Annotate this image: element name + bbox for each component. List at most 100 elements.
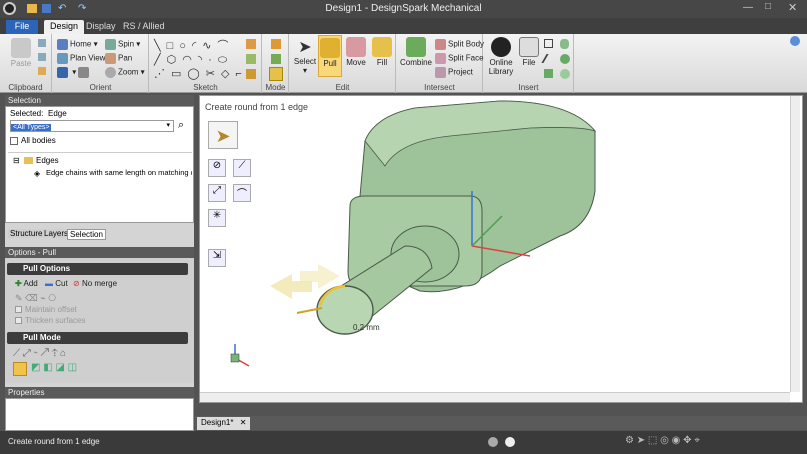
view-cube-button[interactable]: ▾ — [57, 67, 91, 78]
origin-icon[interactable] — [544, 69, 553, 78]
add-option[interactable]: ✚ Add — [15, 279, 38, 288]
no-merge-option[interactable]: ⊘ No merge — [73, 279, 117, 288]
maximize-button[interactable]: □ — [765, 1, 771, 12]
status-tools-icons[interactable]: ⚙ ➤ ⬚ ◎ ◉ ✥ ⌖ — [625, 435, 700, 446]
tree-expand-icon[interactable]: ⊟ — [13, 156, 20, 165]
pull-mode-tools-icon[interactable]: ⟋ ⤢ ⌁ ↗ ⇡ ⌂ — [13, 348, 66, 359]
tab-design[interactable]: Design — [44, 20, 85, 34]
pull-button[interactable]: Pull — [318, 35, 342, 77]
info-icon[interactable] — [505, 437, 515, 447]
spin-button[interactable]: Spin ▾ — [105, 39, 140, 50]
plan-view-button[interactable]: Plan View — [57, 53, 105, 64]
online-library-button[interactable]: Online Library — [486, 37, 516, 76]
sketch-mode-icon[interactable] — [246, 39, 256, 49]
viewport-hscrollbar[interactable] — [200, 392, 790, 402]
copy-icon[interactable] — [38, 53, 46, 61]
tangent-tool-icon[interactable]: ╱ — [154, 54, 167, 66]
search-icon[interactable]: ⌕ — [178, 119, 184, 132]
plane-icon[interactable] — [544, 39, 553, 48]
tab-display[interactable]: Display — [80, 20, 122, 34]
maintain-offset-checkbox[interactable] — [15, 306, 22, 313]
pan-button[interactable]: Pan — [105, 53, 132, 64]
line-tool-icon[interactable]: ╲ — [154, 40, 167, 52]
cylinder-icon[interactable] — [560, 39, 569, 49]
ellipse-tool-icon[interactable]: ⬭ — [218, 54, 233, 66]
edit-group: ➤ Select ▾ Pull Move Fill Edit — [290, 34, 396, 93]
ellipse2-tool-icon[interactable]: ◯ — [187, 68, 205, 80]
point-tool-icon[interactable]: · — [208, 54, 218, 66]
insert-group-label: Insert — [518, 83, 539, 92]
help-icon[interactable] — [790, 36, 800, 46]
fill-button[interactable]: Fill — [370, 37, 394, 67]
cut-icon[interactable] — [38, 39, 46, 47]
zoom-button[interactable]: Zoom ▾ — [105, 67, 145, 78]
sketch-mode-button[interactable] — [271, 39, 281, 49]
pan-icon — [105, 53, 116, 64]
home-button[interactable]: Home ▾ — [57, 39, 98, 50]
tab-layers[interactable]: Layers — [42, 229, 71, 238]
tab-rs-allied[interactable]: RS / Allied — [117, 20, 171, 34]
arc3-tool-icon[interactable]: ◠ — [182, 54, 198, 66]
tab-structure[interactable]: Structure — [8, 229, 45, 238]
dimension-label: 0.2 mm — [353, 323, 380, 332]
status-toggle-icon[interactable] — [488, 437, 498, 447]
model-canvas[interactable] — [200, 96, 802, 402]
constraint-mode-icon[interactable] — [246, 69, 256, 79]
option-tools-icon[interactable]: ✎ ⌫ ⌁ ⎔ — [15, 293, 56, 304]
pull-mode-header[interactable]: Pull Mode — [7, 332, 188, 344]
file-icon — [519, 37, 539, 57]
sketch-tools: ╲□○◜∿⌒ ╱⬡◠◝·⬭ ⋰▭◯✂◇⌐ — [154, 39, 258, 81]
pull-mode-active-icon[interactable] — [13, 362, 27, 376]
sphere-icon[interactable] — [560, 54, 570, 64]
paste-button[interactable]: Paste — [8, 38, 34, 68]
split-body-button[interactable]: Split Body — [435, 39, 484, 50]
type-filter-dropdown[interactable]: <All Types> ▾ — [10, 120, 174, 132]
doc-tab-design1[interactable]: Design1* ✕ — [197, 417, 251, 430]
section-mode-button[interactable] — [271, 54, 281, 64]
combine-label: Combine — [399, 58, 432, 67]
tree-root-edges[interactable]: Edges — [36, 156, 59, 165]
cut-option[interactable]: ▬ Cut — [45, 279, 68, 288]
format-icon[interactable] — [38, 67, 46, 75]
tab-file[interactable]: File — [6, 20, 38, 34]
trim-tool-icon[interactable]: ✂ — [206, 68, 221, 80]
select-label: Select — [293, 57, 317, 66]
offset-tool-icon[interactable]: ⋰ — [154, 68, 171, 80]
tree-child-edge-chains[interactable]: Edge chains with same length on matching… — [46, 168, 192, 177]
design-viewport[interactable]: Create round from 1 edge ➤ ⊘ ⟋ ⤢ ⌒ ✳ ⇲ 0… — [199, 95, 803, 403]
sweep-tool-icon[interactable]: ◝ — [198, 54, 208, 66]
section-mode-icon[interactable] — [246, 54, 256, 64]
combine-button[interactable]: Combine — [399, 37, 433, 67]
close-button[interactable]: ✕ — [788, 1, 797, 14]
tab-selection[interactable]: Selection — [67, 229, 106, 240]
doc-tab-close-icon[interactable]: ✕ — [240, 418, 247, 427]
3d-mode-button[interactable] — [269, 67, 283, 81]
spline-tool-icon[interactable]: ∿ — [202, 40, 217, 52]
shell-icon[interactable] — [560, 69, 570, 79]
minimize-button[interactable]: — — [743, 2, 753, 13]
pull-options-header[interactable]: Pull Options — [7, 263, 188, 275]
library-label: Library — [488, 67, 514, 76]
sketch-extra-icon[interactable]: ⌒ — [217, 40, 234, 52]
insert-file-button[interactable]: File — [518, 37, 540, 67]
select-button[interactable]: ➤ Select ▾ — [292, 37, 318, 75]
thicken-checkbox[interactable] — [15, 317, 22, 324]
zoom-label: Zoom — [118, 67, 139, 77]
axis-triad — [230, 344, 250, 367]
polygon-tool-icon[interactable]: ⬡ — [167, 54, 183, 66]
project-button[interactable]: Project — [435, 67, 473, 78]
paste-label: Paste — [10, 59, 32, 68]
move-button[interactable]: Move — [344, 37, 368, 67]
arc-tool-icon[interactable]: ◜ — [192, 40, 202, 52]
axis-icon[interactable] — [541, 54, 556, 63]
circle-tool-icon[interactable]: ○ — [179, 40, 192, 52]
split-body-label: Split Body — [448, 39, 485, 49]
split-face-button[interactable]: Split Face — [435, 53, 484, 64]
project-tool-icon[interactable]: ◇ — [221, 68, 235, 80]
slot-tool-icon[interactable]: ▭ — [171, 68, 187, 80]
viewport-scrollbar[interactable] — [790, 96, 800, 392]
rectangle-tool-icon[interactable]: □ — [167, 40, 180, 52]
pull-mode-shape-icons[interactable]: ◩ ◧ ◪ ◫ — [31, 362, 77, 373]
all-bodies-checkbox[interactable] — [10, 137, 18, 145]
orient-group-label: Orient — [89, 83, 112, 92]
